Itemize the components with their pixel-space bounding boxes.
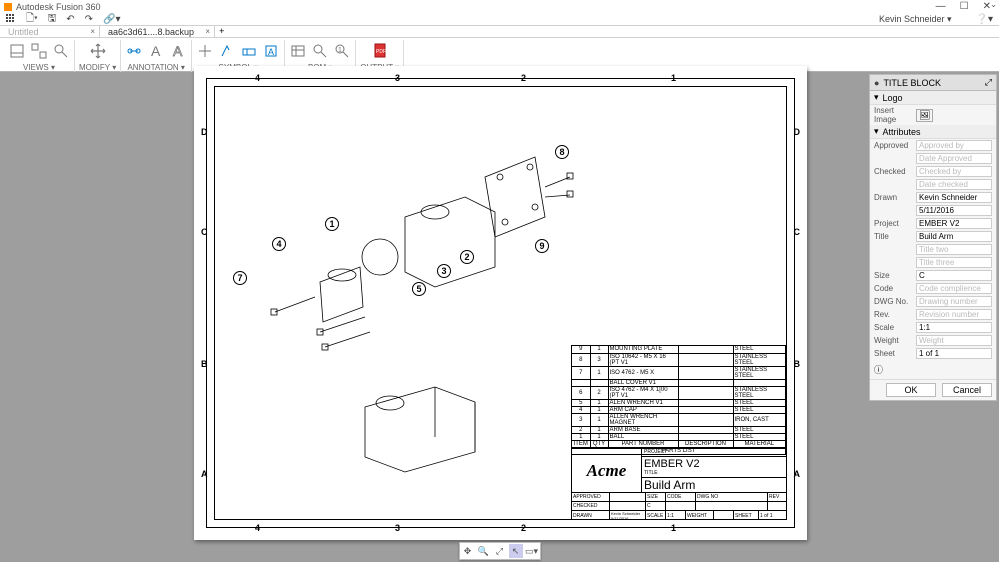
expand-ribbon-button[interactable]: ⌄ bbox=[990, 0, 997, 9]
sheet-field[interactable] bbox=[916, 348, 992, 359]
help-icon[interactable]: ❔▾ bbox=[976, 14, 993, 25]
canvas-area[interactable]: 1 2 3 4 1 2 3 4 A B C D A B C D bbox=[0, 72, 999, 562]
tab-untitled[interactable]: Untitled × bbox=[0, 26, 100, 37]
size-field[interactable] bbox=[916, 270, 992, 281]
panel-section-attributes[interactable]: ▾ Attributes bbox=[870, 125, 996, 139]
zoom-window-icon[interactable]: 🔍 bbox=[477, 544, 491, 558]
panel-title: TITLE BLOCK bbox=[883, 78, 941, 88]
ribbon-group-views: VIEWS ▾ bbox=[4, 40, 75, 72]
link-icon[interactable]: 🔗▾ bbox=[103, 14, 120, 25]
minimize-button[interactable]: — bbox=[936, 1, 946, 12]
title-two-field[interactable] bbox=[916, 244, 992, 255]
project-field[interactable] bbox=[916, 218, 992, 229]
rev-field[interactable] bbox=[916, 309, 992, 320]
view-navigation-bar: ✥ 🔍 ⤢ ↖ ▭▾ bbox=[459, 542, 541, 560]
tab-backup[interactable]: aa6c3d61....8.backup × bbox=[100, 26, 215, 37]
title-field[interactable] bbox=[916, 231, 992, 242]
svg-text:A: A bbox=[268, 47, 274, 57]
balloon[interactable]: 3 bbox=[437, 264, 451, 278]
checked-date-field[interactable] bbox=[916, 179, 992, 190]
detail-view-icon[interactable] bbox=[52, 42, 70, 60]
code-field[interactable] bbox=[916, 283, 992, 294]
drawing-sheet[interactable]: 1 2 3 4 1 2 3 4 A B C D A B C D bbox=[194, 66, 807, 540]
title-three-field[interactable] bbox=[916, 257, 992, 268]
insert-image-button[interactable]: 🖼 bbox=[916, 109, 933, 122]
app-icon bbox=[4, 3, 12, 11]
new-tab-button[interactable]: + bbox=[215, 26, 228, 37]
svg-text:A: A bbox=[151, 43, 161, 59]
title-block[interactable]: Acme PROJECT EMBER V2 TITLE Build Arm AP… bbox=[571, 448, 786, 519]
window-title-bar: Autodesk Fusion 360 — ☐ ✕ bbox=[0, 0, 999, 13]
svg-text:1: 1 bbox=[338, 47, 342, 54]
gdt-icon[interactable] bbox=[240, 42, 258, 60]
balloon[interactable]: 9 bbox=[535, 239, 549, 253]
title-block-logo: Acme bbox=[572, 449, 642, 492]
text-outline-icon[interactable]: A bbox=[169, 42, 187, 60]
redo-icon[interactable]: ↷ bbox=[85, 14, 93, 25]
text-icon[interactable]: A bbox=[147, 42, 165, 60]
info-icon[interactable]: ⓘ bbox=[874, 363, 883, 376]
maximize-button[interactable]: ☐ bbox=[960, 1, 969, 12]
tab-label: Untitled bbox=[8, 27, 39, 37]
balloon[interactable]: 1 bbox=[325, 217, 339, 231]
title-block-panel: ●TITLE BLOCK⤢ ▾ Logo Insert Image🖼 ▾ Att… bbox=[869, 74, 997, 401]
balloon[interactable]: 7 bbox=[233, 271, 247, 285]
quick-access-toolbar: 🗋▾ 🖫 ↶ ↷ 🔗▾ Kevin Schneider ▾ ❔▾ bbox=[0, 13, 999, 26]
balloon[interactable]: 4 bbox=[272, 237, 286, 251]
pan-icon[interactable]: ✥ bbox=[461, 544, 475, 558]
cancel-button[interactable]: Cancel bbox=[942, 383, 992, 397]
centermark-icon[interactable] bbox=[196, 42, 214, 60]
undo-icon[interactable]: ↶ bbox=[66, 14, 74, 25]
checked-by-field[interactable] bbox=[916, 166, 992, 177]
weight-field[interactable] bbox=[916, 335, 992, 346]
balloon-icon[interactable] bbox=[311, 42, 329, 60]
projected-view-icon[interactable] bbox=[30, 42, 48, 60]
ribbon-group-annotation: A A ANNOTATION ▾ bbox=[121, 40, 192, 72]
balloon[interactable]: 2 bbox=[460, 250, 474, 264]
document-tabs: Untitled × aa6c3d61....8.backup × + bbox=[0, 26, 999, 38]
dimension-icon[interactable] bbox=[125, 42, 143, 60]
drawn-by-field[interactable] bbox=[916, 192, 992, 203]
close-icon[interactable]: × bbox=[205, 27, 210, 36]
drawn-date-field[interactable] bbox=[916, 205, 992, 216]
move-icon[interactable] bbox=[89, 42, 107, 60]
ribbon-group-modify: MODIFY ▾ bbox=[75, 40, 121, 72]
balloon[interactable]: 5 bbox=[412, 282, 426, 296]
zoom-fit-icon[interactable]: ⤢ bbox=[493, 544, 507, 558]
balloon-1-icon[interactable]: 1 bbox=[333, 42, 351, 60]
parts-list-table: 91MOUNTING PLATESTEEL83ISO 10642 - M5 X … bbox=[571, 345, 786, 455]
table-icon[interactable] bbox=[289, 42, 307, 60]
cursor-icon[interactable]: ↖ bbox=[509, 544, 523, 558]
scale-field[interactable] bbox=[916, 322, 992, 333]
file-menu-icon[interactable]: 🗋▾ bbox=[26, 11, 38, 28]
pdf-icon[interactable]: PDF bbox=[371, 42, 389, 60]
svg-text:A: A bbox=[173, 43, 183, 59]
layout-icon[interactable]: ▭▾ bbox=[525, 544, 539, 558]
close-icon[interactable]: × bbox=[90, 27, 95, 36]
balloon[interactable]: 8 bbox=[555, 145, 569, 159]
approved-by-field[interactable] bbox=[916, 140, 992, 151]
datum-text-icon[interactable]: A bbox=[262, 42, 280, 60]
dwg-no-field[interactable] bbox=[916, 296, 992, 307]
user-menu[interactable]: Kevin Schneider ▾ bbox=[879, 14, 958, 25]
assembled-view[interactable] bbox=[335, 367, 495, 480]
panel-section-logo[interactable]: ▾ Logo bbox=[870, 91, 996, 105]
save-icon[interactable]: 🖫 bbox=[48, 11, 57, 28]
ok-button[interactable]: OK bbox=[886, 383, 936, 397]
surface-icon[interactable] bbox=[218, 42, 236, 60]
tab-label: aa6c3d61....8.backup bbox=[108, 27, 194, 37]
svg-text:PDF: PDF bbox=[376, 49, 386, 55]
base-view-icon[interactable] bbox=[8, 42, 26, 60]
approved-date-field[interactable] bbox=[916, 153, 992, 164]
exploded-view[interactable] bbox=[235, 147, 585, 350]
grid-menu-icon[interactable] bbox=[6, 14, 16, 24]
